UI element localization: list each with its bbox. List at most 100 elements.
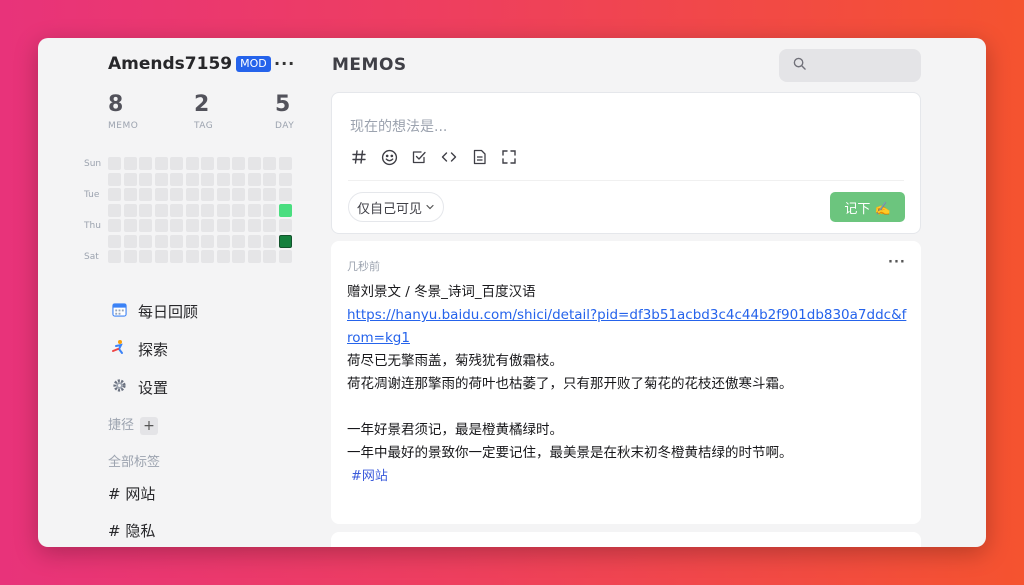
heatmap-cell[interactable] (216, 203, 230, 217)
heatmap-cell[interactable] (263, 250, 276, 263)
heatmap-cell[interactable] (201, 157, 214, 170)
heatmap-cell[interactable] (139, 172, 152, 186)
heatmap-cell[interactable] (139, 203, 152, 217)
heatmap-cell[interactable] (139, 234, 152, 248)
tag-item[interactable]: # 隐私 (108, 520, 155, 541)
heatmap-cell[interactable] (170, 219, 183, 232)
heatmap-cell[interactable] (263, 157, 276, 170)
heatmap-cell[interactable] (278, 188, 292, 201)
heatmap-cell[interactable] (201, 203, 214, 217)
heatmap-cell[interactable] (185, 234, 199, 248)
user-more-button[interactable]: ··· (274, 54, 295, 73)
heatmap-cell[interactable] (247, 188, 261, 201)
heatmap-cell[interactable] (170, 172, 183, 186)
heatmap-cell[interactable] (247, 219, 261, 232)
memo-link[interactable]: https://hanyu.baidu.com/shici/detail?pid… (347, 307, 906, 346)
heatmap-cell[interactable] (263, 172, 276, 186)
heatmap-cell[interactable] (201, 219, 214, 232)
heatmap-cell[interactable] (154, 250, 168, 263)
heatmap-cell[interactable] (278, 172, 292, 186)
heatmap-cell[interactable] (185, 250, 199, 263)
heatmap-cell[interactable] (247, 234, 261, 248)
heatmap-cell[interactable] (232, 188, 245, 201)
heatmap-cell[interactable] (139, 157, 152, 170)
sidebar-item-settings[interactable]: 设置 (110, 368, 198, 406)
heatmap-cell[interactable] (108, 219, 121, 232)
heatmap-cell[interactable] (201, 172, 214, 186)
heatmap-cell[interactable] (247, 250, 261, 263)
heatmap-cell[interactable] (123, 250, 137, 263)
submit-memo-button[interactable]: 记下 ✍️ (830, 192, 905, 222)
heatmap-cell[interactable] (123, 219, 137, 232)
heatmap-cell[interactable] (123, 203, 137, 217)
heatmap-cell[interactable] (247, 157, 261, 170)
heatmap-cell[interactable] (247, 172, 261, 186)
heatmap-cell[interactable] (232, 234, 245, 248)
heatmap-cell[interactable] (185, 172, 199, 186)
checkbox-icon[interactable] (410, 149, 428, 167)
heatmap-cell[interactable] (263, 219, 276, 232)
search-input[interactable] (779, 49, 921, 82)
heatmap-cell[interactable] (278, 250, 292, 263)
heatmap-cell[interactable] (232, 250, 245, 263)
heatmap-cell[interactable] (232, 157, 245, 170)
heatmap-cell[interactable] (216, 188, 230, 201)
tag-item[interactable]: # 网站 (108, 483, 155, 504)
heatmap-cell[interactable] (216, 250, 230, 263)
heatmap-cell[interactable] (154, 157, 168, 170)
heatmap-cell[interactable] (232, 172, 245, 186)
heatmap-cell[interactable] (263, 188, 276, 201)
heatmap-cell[interactable] (263, 203, 276, 217)
heatmap-cell[interactable] (216, 234, 230, 248)
heatmap-cell[interactable] (170, 234, 183, 248)
heatmap-cell[interactable] (154, 219, 168, 232)
heatmap-cell[interactable] (154, 234, 168, 248)
heatmap-cell[interactable] (201, 188, 214, 201)
sidebar-item-explore[interactable]: 探索 (110, 330, 198, 368)
heatmap-cell[interactable] (216, 219, 230, 232)
heatmap-cell[interactable] (170, 203, 183, 217)
heatmap-cell[interactable] (278, 157, 292, 170)
heatmap-cell[interactable] (170, 157, 183, 170)
user-info[interactable]: Amends7159 MOD (108, 54, 271, 74)
add-shortcut-button[interactable]: + (140, 416, 159, 435)
emoji-icon[interactable] (380, 149, 398, 167)
heatmap-cell[interactable] (247, 203, 261, 217)
heatmap-cell[interactable] (139, 219, 152, 232)
heatmap-cell[interactable] (201, 234, 214, 248)
memo-more-button[interactable]: ··· (888, 255, 906, 270)
heatmap-cell[interactable] (123, 157, 137, 170)
heatmap-cell[interactable] (278, 234, 292, 248)
heatmap-cell[interactable] (185, 157, 199, 170)
heatmap-cell[interactable] (232, 203, 245, 217)
heatmap-cell[interactable] (139, 188, 152, 201)
heatmap-cell[interactable] (108, 203, 121, 217)
heatmap-cell[interactable] (108, 188, 121, 201)
code-icon[interactable] (440, 149, 458, 167)
heatmap-cell[interactable] (108, 172, 121, 186)
sidebar-item-daily-review[interactable]: 每日回顾 (110, 292, 198, 330)
heatmap-cell[interactable] (123, 234, 137, 248)
file-icon[interactable] (470, 149, 488, 167)
heatmap-cell[interactable] (185, 219, 199, 232)
heatmap-cell[interactable] (108, 250, 121, 263)
memo-tag[interactable]: #网站 (351, 469, 388, 484)
heatmap-cell[interactable] (123, 188, 137, 201)
heatmap-cell[interactable] (278, 203, 292, 217)
heatmap-cell[interactable] (263, 234, 276, 248)
heatmap-cell[interactable] (216, 172, 230, 186)
username[interactable]: Amends7159 (108, 54, 232, 74)
heatmap-cell[interactable] (185, 188, 199, 201)
heatmap-cell[interactable] (154, 188, 168, 201)
heatmap-cell[interactable] (154, 172, 168, 186)
heatmap-cell[interactable] (201, 250, 214, 263)
heatmap-cell[interactable] (278, 219, 292, 232)
heatmap-cell[interactable] (170, 188, 183, 201)
heatmap-cell[interactable] (216, 157, 230, 170)
heatmap-cell[interactable] (139, 250, 152, 263)
heatmap-cell[interactable] (170, 250, 183, 263)
hash-icon[interactable] (350, 149, 368, 167)
editor-input[interactable]: 现在的想法是... (350, 116, 447, 136)
heatmap-cell[interactable] (154, 203, 168, 217)
heatmap-cell[interactable] (108, 234, 121, 248)
